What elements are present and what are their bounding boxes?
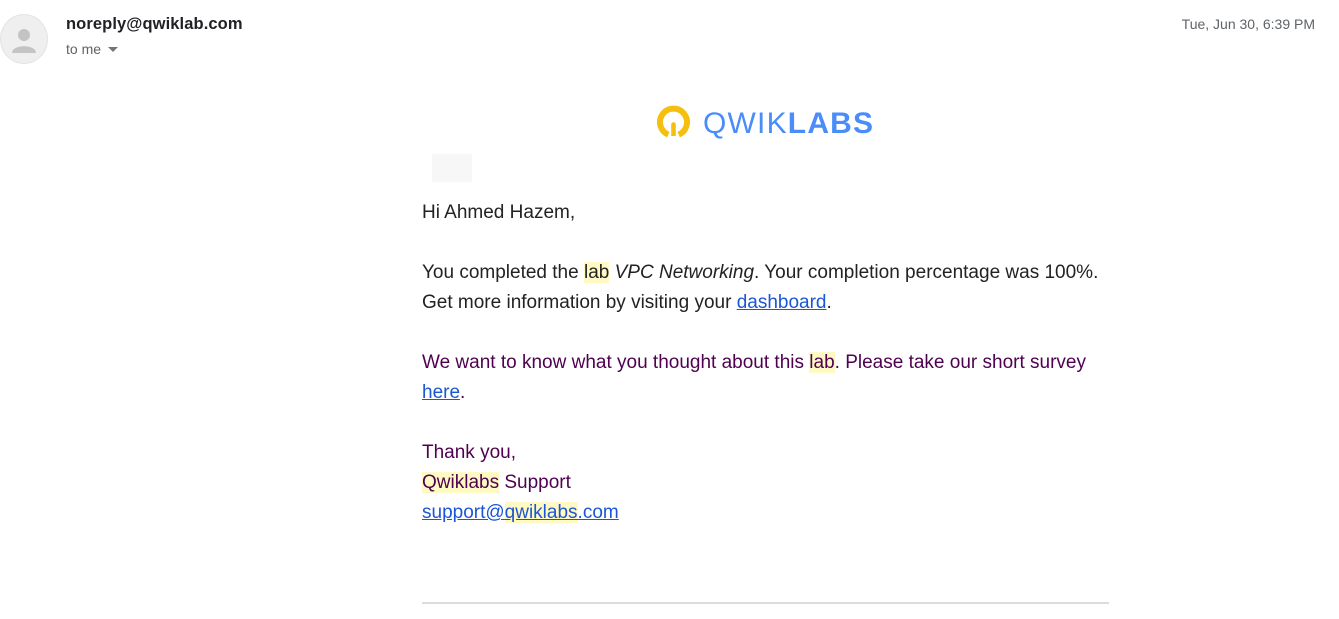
closing-thanks: Thank you, <box>422 442 516 463</box>
greeting: Hi Ahmed Hazem, <box>422 202 576 223</box>
message-body: Hi Ahmed Hazem, You completed the lab VP… <box>422 198 1112 528</box>
qwiklabs-logo: QWIKLABS <box>652 102 874 145</box>
dashboard-link[interactable]: dashboard <box>737 292 827 313</box>
lab-name: VPC Networking <box>614 262 755 283</box>
highlight-qwiklabs: Qwiklabs <box>422 472 500 493</box>
support-email: support@qwiklabs.com <box>422 498 1112 528</box>
message-timestamp: Tue, Jun 30, 6:39 PM <box>1181 16 1315 32</box>
person-icon <box>12 29 36 53</box>
highlight-lab: lab <box>583 262 610 283</box>
survey-link[interactable]: here <box>422 382 460 403</box>
qwiklabs-ring-icon <box>657 105 690 138</box>
hidden-image-placeholder <box>432 154 472 182</box>
email-view: noreply@qwiklab.com to me Tue, Jun 30, 6… <box>0 0 1339 619</box>
caret-down-icon[interactable] <box>108 47 119 52</box>
support-email-link[interactable]: support@qwiklabs.com <box>422 502 619 523</box>
logo-wordmark: QWIKLABS <box>703 106 875 140</box>
recipient-details-toggle[interactable]: to me <box>66 41 119 57</box>
highlight-lab: lab <box>809 352 835 373</box>
footer-divider <box>422 602 1109 604</box>
closing-signature: Qwiklabs Support <box>422 472 571 493</box>
sender-address: noreply@qwiklab.com <box>66 15 243 33</box>
survey-paragraph: We want to know what you thought about t… <box>422 352 1086 403</box>
recipient-label: to me <box>66 41 102 57</box>
completion-paragraph: You completed the lab VPC Networking. Yo… <box>422 262 1099 313</box>
sender-avatar[interactable] <box>0 14 48 64</box>
